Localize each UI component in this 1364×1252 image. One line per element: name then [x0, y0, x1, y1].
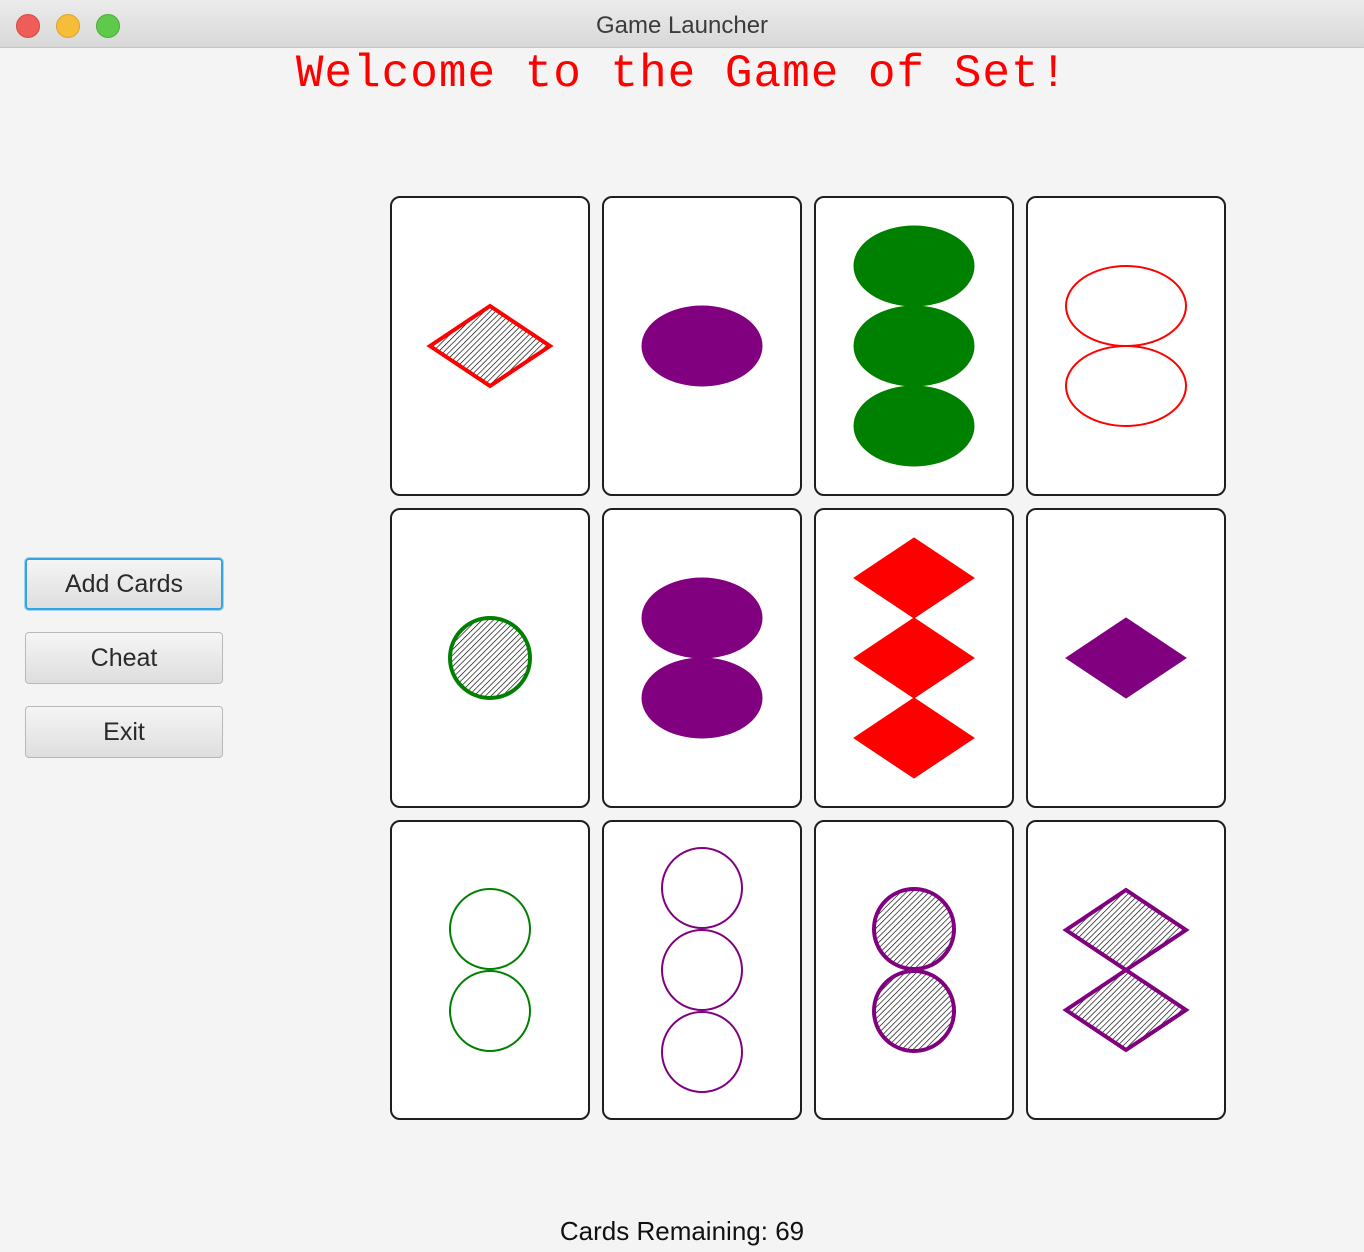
- diamond-symbol: [853, 537, 975, 619]
- oval-symbol: [641, 577, 763, 659]
- diamond-symbol: [1062, 967, 1190, 1053]
- add-cards-button[interactable]: Add Cards: [25, 558, 223, 610]
- circle-symbol: [872, 969, 956, 1053]
- exit-button[interactable]: Exit: [25, 706, 223, 758]
- circle-symbol: [872, 887, 956, 971]
- oval-symbol: [1065, 265, 1187, 347]
- oval-symbol: [853, 305, 975, 387]
- game-launcher-window: Game Launcher Welcome to the Game of Set…: [0, 0, 1364, 1252]
- set-card[interactable]: [814, 196, 1014, 496]
- window-title: Game Launcher: [595, 12, 769, 39]
- circle-symbol: [449, 970, 531, 1052]
- set-card[interactable]: [602, 820, 802, 1120]
- circle-symbol: [449, 888, 531, 970]
- card-symbols: [853, 537, 975, 779]
- card-symbols: [661, 847, 743, 1093]
- card-symbols: [449, 888, 531, 1052]
- set-card[interactable]: [1026, 508, 1226, 808]
- circle-symbol: [661, 1011, 743, 1093]
- set-card[interactable]: [390, 508, 590, 808]
- set-card[interactable]: [390, 820, 590, 1120]
- set-card[interactable]: [602, 508, 802, 808]
- oval-symbol: [641, 305, 763, 387]
- oval-symbol: [853, 225, 975, 307]
- set-card[interactable]: [1026, 196, 1226, 496]
- set-card[interactable]: [1026, 820, 1226, 1120]
- card-symbols: [641, 305, 763, 387]
- card-symbols: [426, 303, 554, 389]
- card-symbols: [872, 887, 956, 1053]
- set-card[interactable]: [814, 820, 1014, 1120]
- cheat-button[interactable]: Cheat: [25, 632, 223, 684]
- circle-symbol: [448, 616, 532, 700]
- card-symbols: [1065, 617, 1187, 699]
- set-card[interactable]: [602, 196, 802, 496]
- cards-remaining-label: Cards Remaining: 69: [559, 1216, 805, 1246]
- oval-symbol: [1065, 345, 1187, 427]
- set-card[interactable]: [390, 196, 590, 496]
- circle-symbol: [661, 847, 743, 929]
- card-symbols: [853, 225, 975, 467]
- oval-symbol: [853, 385, 975, 467]
- welcome-heading: Welcome to the Game of Set!: [295, 48, 1069, 100]
- diamond-symbol: [426, 303, 554, 389]
- card-symbols: [641, 577, 763, 739]
- card-symbols: [1062, 887, 1190, 1053]
- title-bar[interactable]: Game Launcher: [0, 0, 1364, 48]
- diamond-symbol: [853, 617, 975, 699]
- circle-symbol: [661, 929, 743, 1011]
- oval-symbol: [641, 657, 763, 739]
- diamond-symbol: [1062, 887, 1190, 973]
- card-symbols: [448, 616, 532, 700]
- set-card[interactable]: [814, 508, 1014, 808]
- diamond-symbol: [853, 697, 975, 779]
- diamond-symbol: [1065, 617, 1187, 699]
- card-symbols: [1065, 265, 1187, 427]
